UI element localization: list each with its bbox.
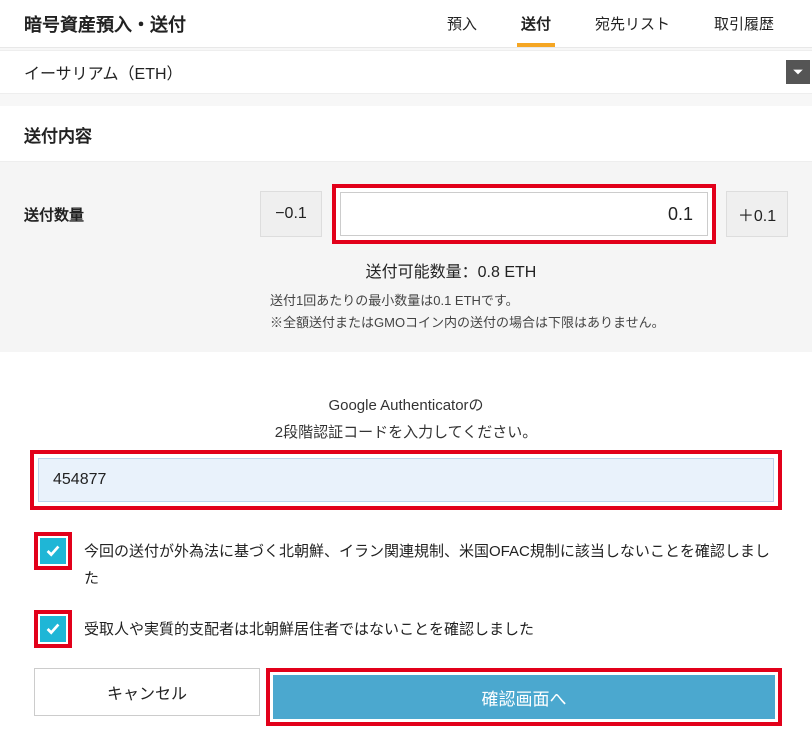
checkbox-highlight-2 xyxy=(34,610,72,648)
confirm-check-row-1: 今回の送付が外為法に基づく北朝鮮、イラン関連規制、米国OFAC規制に該当しないこ… xyxy=(0,526,812,604)
check-icon xyxy=(44,542,62,560)
tfa-prompt: Google Authenticatorの 2段階認証コードを入力してください。 xyxy=(0,392,812,446)
cancel-button[interactable]: キャンセル xyxy=(34,668,260,716)
checkbox-sanctions-label: 今回の送付が外為法に基づく北朝鮮、イラン関連規制、米国OFAC規制に該当しないこ… xyxy=(84,532,778,592)
quantity-input[interactable] xyxy=(340,192,708,236)
quantity-input-highlight xyxy=(332,184,716,244)
check-icon xyxy=(44,620,62,638)
checkbox-highlight-1 xyxy=(34,532,72,570)
decrement-button[interactable]: −0.1 xyxy=(260,191,322,237)
tab-deposit[interactable]: 預入 xyxy=(425,0,499,47)
tabs: 預入 送付 宛先リスト 取引履歴 xyxy=(425,0,796,47)
page-title: 暗号資産預入・送付 xyxy=(24,11,425,37)
tfa-code-input[interactable] xyxy=(38,458,774,502)
chevron-down-icon xyxy=(786,60,810,84)
available-quantity: 送付可能数量：0.8 ETH xyxy=(0,254,812,284)
checkbox-residency[interactable] xyxy=(40,616,66,642)
asset-select[interactable]: イーサリアム（ETH） xyxy=(0,50,812,94)
confirm-check-row-2: 受取人や実質的支配者は北朝鮮居住者ではないことを確認しました xyxy=(0,604,812,660)
checkbox-sanctions[interactable] xyxy=(40,538,66,564)
quantity-note-1: 送付1回あたりの最小数量は0.1 ETHです。 xyxy=(270,290,788,312)
quantity-note-2: ※全額送付またはGMOコイン内の送付の場合は下限はありません。 xyxy=(270,312,788,334)
confirm-button[interactable]: 確認画面へ xyxy=(273,675,775,719)
asset-select-value: イーサリアム（ETH） xyxy=(24,60,786,84)
quantity-label: 送付数量 xyxy=(24,204,250,225)
tab-send[interactable]: 送付 xyxy=(499,0,573,47)
tfa-prompt-line2: 2段階認証コードを入力してください。 xyxy=(0,419,812,446)
button-row: キャンセル 確認画面へ xyxy=(0,660,812,730)
checkbox-residency-label: 受取人や実質的支配者は北朝鮮居住者ではないことを確認しました xyxy=(84,610,534,643)
tfa-prompt-line1: Google Authenticatorの xyxy=(0,392,812,419)
section-title: 送付内容 xyxy=(0,106,812,162)
confirm-button-highlight: 確認画面へ xyxy=(266,668,782,726)
tfa-section: Google Authenticatorの 2段階認証コードを入力してください。… xyxy=(0,352,812,750)
quantity-notes: 送付1回あたりの最小数量は0.1 ETHです。 ※全額送付またはGMOコイン内の… xyxy=(0,284,812,352)
quantity-section: 送付数量 −0.1 ＋0.1 送付可能数量：0.8 ETH 送付1回あたりの最小… xyxy=(0,162,812,352)
tab-address-list[interactable]: 宛先リスト xyxy=(573,0,692,47)
page-header: 暗号資産預入・送付 預入 送付 宛先リスト 取引履歴 xyxy=(0,0,812,48)
tab-history[interactable]: 取引履歴 xyxy=(692,0,796,47)
increment-button[interactable]: ＋0.1 xyxy=(726,191,788,237)
tfa-input-highlight xyxy=(30,450,782,510)
